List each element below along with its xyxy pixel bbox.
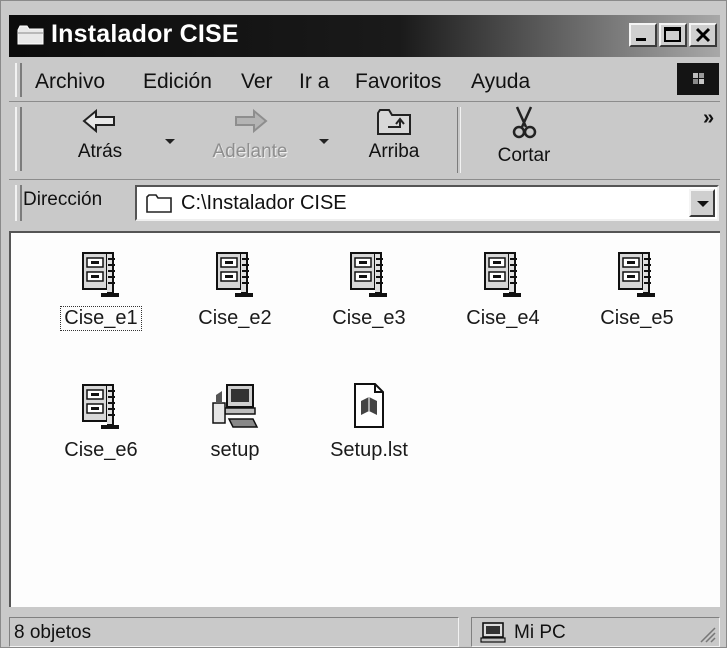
toolbar-grip[interactable]	[15, 107, 22, 171]
forward-button[interactable]: Adelante	[195, 105, 305, 163]
file-label: Cise_e6	[64, 439, 138, 461]
file-label: setup	[210, 439, 260, 461]
file-label: Cise_e5	[600, 307, 674, 329]
archive-icon	[484, 252, 521, 297]
back-label: Atrás	[77, 141, 123, 162]
address-grip[interactable]	[15, 185, 22, 221]
menu-ayuda[interactable]: Ayuda	[471, 70, 530, 94]
file-label: Cise_e1	[60, 306, 142, 331]
status-bar: 8 objetos Mi PC	[9, 613, 720, 649]
file-item[interactable]: Cise_e3	[309, 249, 429, 330]
back-arrow-icon	[82, 108, 115, 134]
file-item[interactable]: Cise_e2	[175, 249, 295, 330]
menu-bar: Archivo Edición Ver Ir a Favoritos Ayuda	[9, 59, 720, 102]
status-count-pane: 8 objetos	[9, 617, 459, 647]
up-label: Arriba	[368, 141, 420, 162]
address-bar: Dirección C:\Instalador CISE	[9, 181, 720, 225]
up-folder-icon	[377, 109, 411, 135]
close-icon	[695, 27, 711, 43]
resize-grip-icon[interactable]	[697, 624, 717, 644]
back-dropdown[interactable]	[165, 139, 175, 144]
menu-ir-a[interactable]: Ir a	[299, 70, 329, 94]
archive-icon	[82, 252, 119, 297]
archive-icon	[350, 252, 387, 297]
status-location: Mi PC	[514, 622, 566, 643]
cut-button[interactable]: Cortar	[479, 105, 569, 167]
file-label: Cise_e2	[198, 307, 272, 329]
file-item[interactable]: Setup.lst	[309, 381, 429, 462]
address-label: Dirección	[23, 189, 103, 210]
windows-flag-icon	[693, 73, 704, 84]
archive-icon	[82, 384, 119, 429]
explorer-window: Instalador CISE Archivo Edición Ver Ir a…	[0, 0, 727, 648]
archive-icon	[216, 252, 253, 297]
address-field[interactable]: C:\Instalador CISE	[135, 185, 719, 221]
maximize-button[interactable]	[659, 23, 687, 47]
forward-label: Adelante	[212, 141, 288, 162]
back-button[interactable]: Atrás	[55, 105, 145, 163]
menu-ver[interactable]: Ver	[241, 70, 273, 94]
close-button[interactable]	[689, 23, 717, 47]
status-location-pane: Mi PC	[471, 617, 720, 647]
computer-icon	[480, 622, 506, 643]
file-list-pane[interactable]: Cise_e1 Cise_e2 Cise_e3 Cise_e4 Cise_e5 …	[9, 231, 720, 607]
title-bar[interactable]: Instalador CISE	[9, 15, 720, 57]
file-label: Setup.lst	[330, 439, 408, 461]
file-item[interactable]: Cise_e6	[41, 381, 161, 462]
window-title: Instalador CISE	[51, 20, 239, 48]
windows-logo	[677, 63, 719, 95]
file-item[interactable]: Cise_e5	[577, 249, 697, 330]
toolbar-separator	[457, 107, 461, 173]
status-object-count: 8 objetos	[14, 622, 92, 643]
forward-arrow-icon	[235, 108, 268, 134]
file-label: Cise_e3	[332, 307, 406, 329]
menu-archivo[interactable]: Archivo	[35, 70, 105, 94]
minimize-button[interactable]	[629, 23, 657, 47]
folder-icon	[146, 194, 172, 213]
chevron-down-icon	[697, 201, 709, 207]
standard-toolbar: Atrás Adelante Arriba Cortar »	[9, 101, 720, 180]
file-item[interactable]: Cise_e4	[443, 249, 563, 330]
archive-icon	[618, 252, 655, 297]
document-icon	[354, 383, 384, 428]
setup-computer-icon	[212, 384, 259, 428]
forward-dropdown[interactable]	[319, 139, 329, 144]
maximize-icon	[664, 27, 681, 42]
minimize-icon	[636, 38, 646, 41]
folder-icon	[17, 25, 44, 45]
toolbar-more-chevron[interactable]: »	[703, 107, 714, 130]
scissors-icon	[512, 106, 537, 139]
address-dropdown-button[interactable]	[689, 189, 715, 217]
up-button[interactable]: Arriba	[349, 105, 439, 163]
menu-edicion[interactable]: Edición	[143, 70, 212, 94]
menu-favoritos[interactable]: Favoritos	[355, 70, 441, 94]
file-item[interactable]: setup	[175, 381, 295, 462]
file-item[interactable]: Cise_e1	[41, 249, 161, 331]
menu-grip[interactable]	[15, 63, 22, 97]
address-value: C:\Instalador CISE	[181, 192, 347, 214]
file-label: Cise_e4	[466, 307, 540, 329]
cut-label: Cortar	[497, 145, 551, 166]
